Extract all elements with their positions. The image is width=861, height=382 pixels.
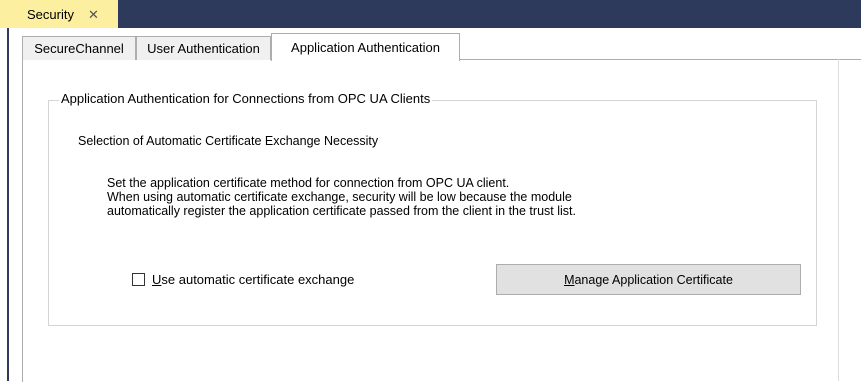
checkbox-label[interactable]: Use automatic certificate exchange [152, 272, 354, 287]
tab-label: SecureChannel [34, 41, 124, 56]
tab-securechannel[interactable]: SecureChannel [22, 36, 136, 60]
group-caption: Application Authentication for Connectio… [59, 91, 433, 106]
description-line: When using automatic certificate exchang… [107, 190, 572, 204]
tab-application-authentication[interactable]: Application Authentication [271, 33, 460, 61]
description-line: automatically register the application c… [107, 204, 576, 218]
document-tab-security[interactable]: Security ✕ [0, 0, 118, 28]
auto-cert-exchange-checkbox-row[interactable]: Use automatic certificate exchange [132, 272, 354, 287]
auto-cert-exchange-checkbox[interactable] [132, 273, 145, 286]
close-icon[interactable]: ✕ [88, 8, 99, 21]
description-line: Set the application certificate method f… [107, 176, 510, 190]
tab-label: Application Authentication [291, 40, 440, 55]
description-text: Set the application certificate method f… [107, 176, 576, 218]
checkbox-label-text: se automatic certificate exchange [161, 272, 355, 287]
tab-user-authentication[interactable]: User Authentication [136, 36, 271, 60]
document-tab-title: Security [27, 6, 74, 22]
document-tab-strip [0, 0, 861, 28]
mnemonic: M [564, 272, 575, 287]
panel-divider [838, 59, 839, 381]
mnemonic: U [152, 272, 162, 287]
tab-label: User Authentication [147, 41, 260, 56]
selection-label: Selection of Automatic Certificate Excha… [78, 134, 379, 148]
button-label-text: anage Application Certificate [574, 272, 733, 287]
manage-application-certificate-button[interactable]: Manage Application Certificate [496, 264, 801, 295]
